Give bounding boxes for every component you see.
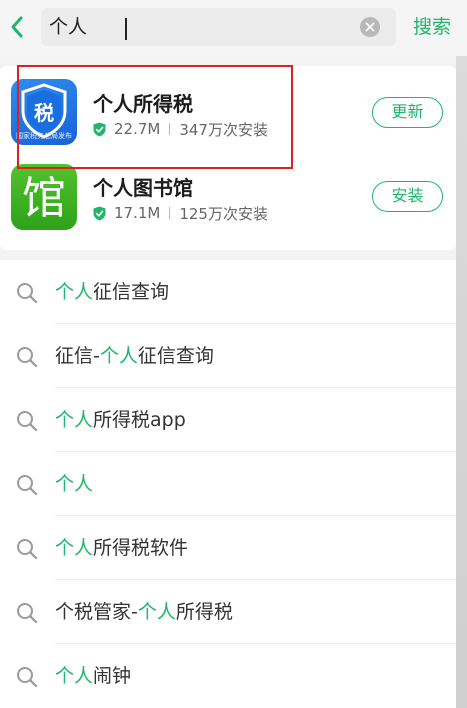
background-strip: [456, 0, 467, 708]
search-icon: [17, 539, 38, 560]
meta-divider: [169, 207, 171, 219]
app-name: 个人图书馆: [93, 176, 193, 200]
back-chevron-icon: [11, 16, 23, 38]
search-input[interactable]: [49, 12, 349, 42]
suggestion-text: 征信-个人征信查询: [55, 345, 214, 367]
app-result-row[interactable]: 馆 个人图书馆 17.1M 125万次安装 安装: [0, 158, 456, 248]
app-size: 22.7M: [114, 120, 161, 138]
search-icon: [17, 411, 38, 432]
search-icon: [17, 475, 38, 496]
suggestion-text: 个人闹钟: [55, 665, 132, 687]
app-installs: 347万次安装: [179, 120, 268, 139]
suggestion-item[interactable]: 个人所得税软件: [0, 516, 456, 580]
suggestion-text: 个税管家-个人所得税: [55, 601, 233, 623]
install-button[interactable]: 安装: [372, 181, 443, 212]
suggestion-item[interactable]: 个人所得税app: [0, 388, 456, 452]
app-name: 个人所得税: [93, 92, 193, 116]
app-results-card: 税 国家税务总局发布 个人所得税 22.7M 347万次安装 更新 馆 个人图书…: [0, 66, 456, 250]
search-icon: [17, 283, 38, 304]
text-caret: [125, 18, 127, 40]
suggestion-list: 个人征信查询 征信-个人征信查询 个人所得税app 个人 个人所得税软件 个税管…: [0, 260, 456, 708]
search-header: 搜索: [0, 0, 467, 56]
clear-button[interactable]: [360, 17, 380, 37]
tax-app-icon: 税 国家税务总局发布: [11, 79, 77, 145]
app-size: 17.1M: [114, 204, 161, 222]
suggestion-item[interactable]: 征信-个人征信查询: [0, 324, 456, 388]
library-app-icon: 馆: [11, 164, 77, 230]
suggestion-text: 个人: [55, 473, 94, 495]
search-icon: [17, 603, 38, 624]
app-meta: 22.7M 347万次安装: [93, 119, 268, 139]
clear-icon: [365, 22, 375, 32]
svg-text:馆: 馆: [22, 173, 66, 224]
suggestion-text: 个人征信查询: [55, 281, 170, 303]
shield-check-icon: [93, 122, 106, 136]
search-icon: [17, 347, 38, 368]
suggestion-text: 个人所得税软件: [55, 537, 189, 559]
search-icon: [17, 667, 38, 688]
shield-check-icon: [93, 206, 106, 220]
suggestion-item[interactable]: 个人: [0, 452, 456, 516]
update-button[interactable]: 更新: [372, 97, 443, 128]
search-box: [41, 8, 396, 46]
library-logo: 馆: [22, 173, 66, 224]
app-result-row[interactable]: 税 国家税务总局发布 个人所得税 22.7M 347万次安装 更新: [0, 66, 456, 156]
suggestion-text: 个人所得税app: [55, 409, 186, 431]
suggestion-item[interactable]: 个人闹钟: [0, 644, 456, 708]
icon-caption: 国家税务总局发布: [16, 132, 72, 140]
meta-divider: [169, 123, 171, 135]
suggestion-item[interactable]: 个人征信查询: [0, 260, 456, 324]
app-installs: 125万次安装: [179, 204, 268, 223]
app-meta: 17.1M 125万次安装: [93, 203, 268, 223]
search-submit-button[interactable]: 搜索: [407, 12, 457, 42]
suggestion-item[interactable]: 个税管家-个人所得税: [0, 580, 456, 644]
back-button[interactable]: [4, 10, 30, 44]
svg-text:税: 税: [34, 101, 54, 125]
